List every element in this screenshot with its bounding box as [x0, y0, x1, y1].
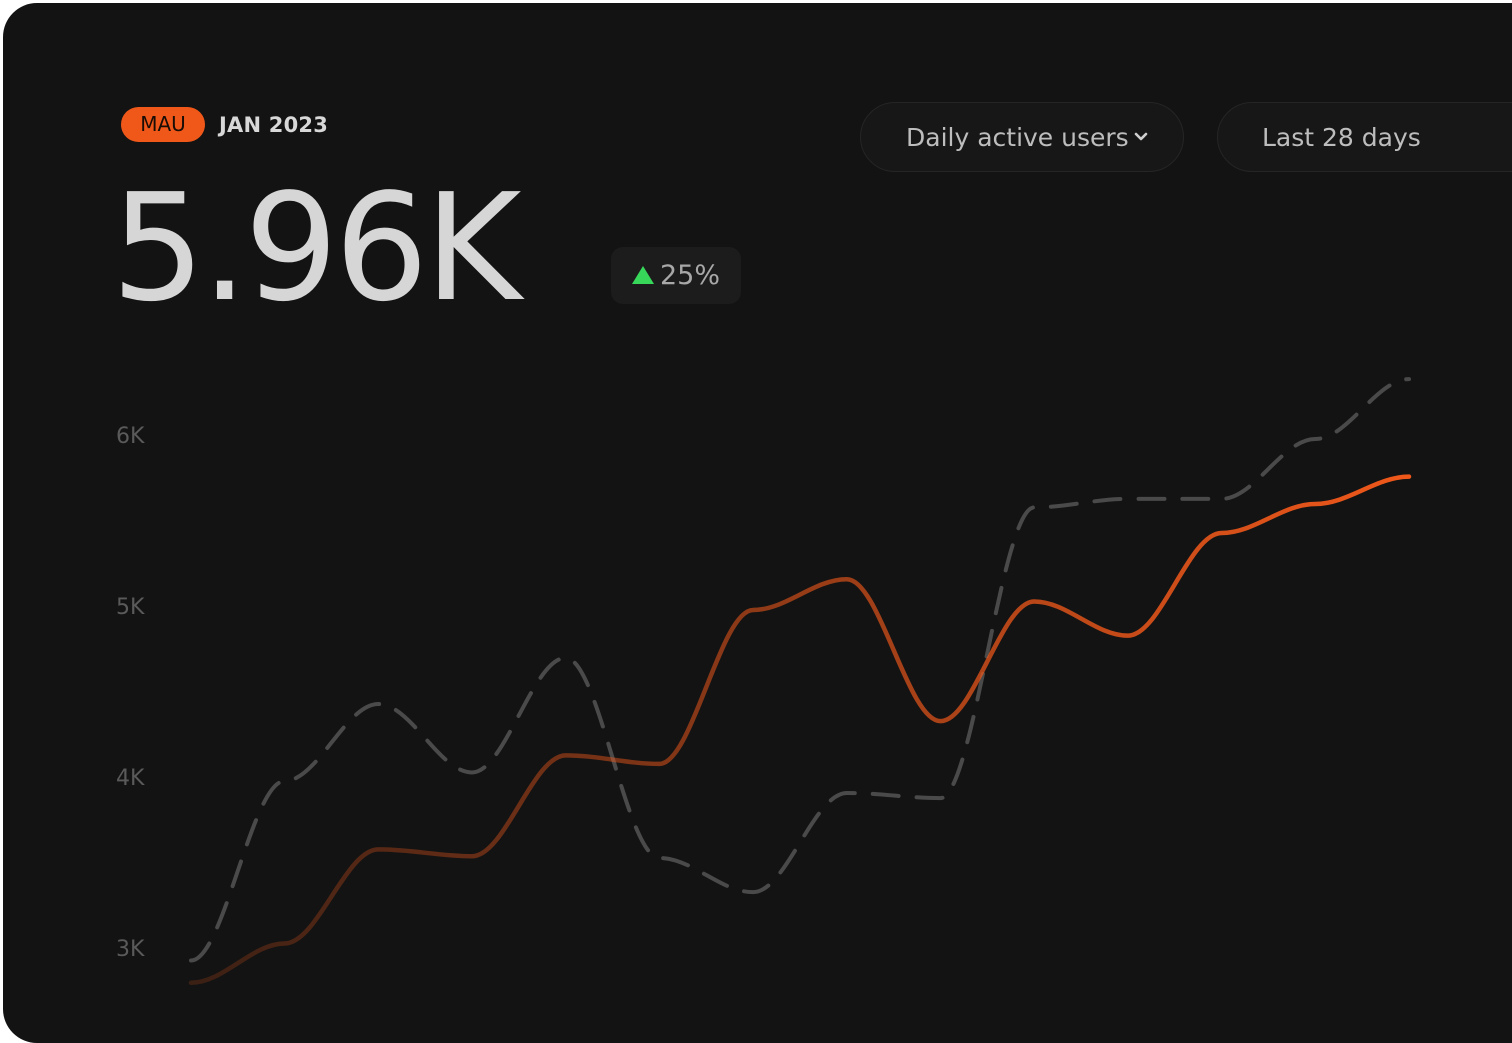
comparison-series-line — [189, 377, 1411, 963]
mau-card: MAU JAN 2023 5.96K 25% Daily active user… — [3, 3, 1512, 1043]
primary-series-line — [188, 474, 1412, 986]
line-chart — [186, 377, 1412, 986]
